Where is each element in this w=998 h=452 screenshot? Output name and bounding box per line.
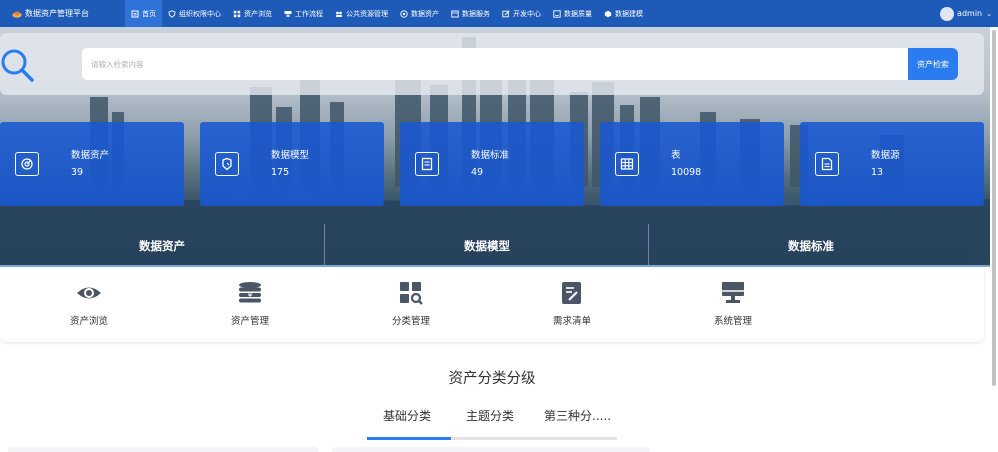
avatar <box>940 6 955 21</box>
nav-item-data-quality[interactable]: 数据质量 <box>547 0 598 27</box>
nav-label: 数据建模 <box>615 9 643 18</box>
stat-value: 49 <box>471 167 484 178</box>
coins-icon: ¥ <box>239 282 261 303</box>
quality-icon <box>553 9 561 18</box>
users-icon <box>335 11 343 17</box>
nav-label: 工作流程 <box>295 9 323 18</box>
nav-label: 首页 <box>142 9 156 18</box>
nav-label: 开发中心 <box>513 9 541 18</box>
stat-label: 表 <box>671 150 681 161</box>
tab-topic-classification[interactable]: 主题分类 <box>466 407 514 424</box>
search-panel: 资产检索 <box>0 33 984 95</box>
stat-label: 数据源 <box>871 150 900 161</box>
hero-tab-data-asset[interactable]: 数据资产 <box>0 224 324 267</box>
category-search-icon <box>400 282 423 305</box>
quick-link-label: 需求清单 <box>552 316 591 327</box>
stat-card-data-asset[interactable]: 数据资产 39 <box>0 122 184 206</box>
stat-label: 数据资产 <box>71 150 110 161</box>
active-tab-indicator <box>367 437 451 440</box>
nav-item-dev-center[interactable]: 开发中心 <box>496 0 547 27</box>
nav-item-public-resource[interactable]: 公共资源管理 <box>329 0 394 27</box>
search-input[interactable] <box>82 48 912 80</box>
stat-label: 数据标准 <box>471 150 510 161</box>
shield-icon <box>168 9 176 18</box>
stat-card-data-source[interactable]: 数据源 13 <box>800 122 984 206</box>
stat-card-table[interactable]: 表 10098 <box>600 122 784 206</box>
quick-link-label: 资产管理 <box>230 316 269 327</box>
quick-link-asset-manage[interactable]: ¥ 资产管理 <box>200 281 300 327</box>
app-title: 数据资产管理平台 <box>25 9 89 18</box>
search-icon <box>1 49 34 82</box>
asset-search-button[interactable]: 资产检索 <box>908 48 958 80</box>
main-nav: 首页 组织权限中心 资产浏览 工作流程 公共资源管理 数据资产 数据服务 开发中… <box>125 0 649 27</box>
requirement-list-icon <box>562 282 581 304</box>
edit-icon <box>502 9 510 17</box>
monitor-icon <box>722 282 744 303</box>
nav-item-data-asset[interactable]: 数据资产 <box>394 0 445 27</box>
nav-label: 资产浏览 <box>244 9 272 18</box>
classification-card <box>332 447 650 452</box>
datasource-icon <box>815 152 839 176</box>
tab-basic-classification[interactable]: 基础分类 <box>383 407 431 424</box>
quick-link-label: 系统管理 <box>713 316 752 327</box>
workflow-icon <box>284 10 292 17</box>
user-name: admin <box>957 9 983 18</box>
eye-icon <box>77 287 101 299</box>
quick-link-requirement-list[interactable]: 需求清单 <box>522 281 622 327</box>
chevron-down-icon: ⌄ <box>986 9 992 18</box>
stat-value: 39 <box>71 167 84 178</box>
cube-icon <box>604 10 612 17</box>
quick-link-label: 资产浏览 <box>69 316 108 327</box>
stat-card-data-model[interactable]: 数据模型 175 <box>200 122 384 206</box>
service-icon <box>451 10 459 17</box>
stat-card-data-standard[interactable]: 数据标准 49 <box>400 122 584 206</box>
hero-tab-data-model[interactable]: 数据模型 <box>325 224 649 267</box>
brand[interactable]: 数据资产管理平台 <box>0 8 125 19</box>
stat-value: 10098 <box>671 167 702 178</box>
svg-text:¥: ¥ <box>247 291 252 300</box>
standard-icon <box>415 152 439 176</box>
asset-icon <box>15 152 39 176</box>
quick-link-system-manage[interactable]: 系统管理 <box>683 281 783 327</box>
nav-label: 组织权限中心 <box>179 9 221 18</box>
hero-banner: 资产检索 数据资产 39 数据模型 175 数据标准 49 表 10098 数据… <box>0 27 990 267</box>
section-title: 资产分类分级 <box>448 371 536 387</box>
user-menu[interactable]: admin ⌄ <box>940 0 992 27</box>
model-icon <box>215 152 239 176</box>
quick-links: 资产浏览 ¥ 资产管理 分类管理 需求清单 系统管理 <box>0 267 984 342</box>
nav-label: 公共资源管理 <box>346 9 388 18</box>
nav-label: 数据资产 <box>411 9 439 18</box>
table-icon <box>615 152 639 176</box>
hero-tab-data-standard[interactable]: 数据标准 <box>649 224 973 267</box>
nav-item-data-modeling[interactable]: 数据建模 <box>598 0 649 27</box>
quick-link-category-manage[interactable]: 分类管理 <box>361 281 461 327</box>
quick-link-asset-browse[interactable]: 资产浏览 <box>39 281 139 327</box>
top-navigation-bar: 数据资产管理平台 首页 组织权限中心 资产浏览 工作流程 公共资源管理 数据资产 <box>0 0 998 27</box>
nav-item-data-service[interactable]: 数据服务 <box>445 0 496 27</box>
tab-third-classification[interactable]: 第三种分..... <box>544 407 611 424</box>
page-scrollbar[interactable] <box>992 30 996 386</box>
nav-item-home[interactable]: 首页 <box>125 0 162 27</box>
home-icon <box>131 10 139 17</box>
nav-item-org-permission[interactable]: 组织权限中心 <box>162 0 227 27</box>
stat-value: 175 <box>271 167 290 178</box>
stat-label: 数据模型 <box>271 150 310 161</box>
nav-label: 数据服务 <box>462 9 490 18</box>
nav-item-asset-browse[interactable]: 资产浏览 <box>227 0 278 27</box>
classification-card <box>8 447 318 452</box>
brand-logo-icon <box>12 11 22 18</box>
database-icon <box>400 9 408 18</box>
quick-link-label: 分类管理 <box>391 316 430 327</box>
stat-value: 13 <box>871 167 884 178</box>
nav-item-workflow[interactable]: 工作流程 <box>278 0 329 27</box>
grid-icon <box>233 10 241 17</box>
nav-label: 数据质量 <box>564 9 592 18</box>
